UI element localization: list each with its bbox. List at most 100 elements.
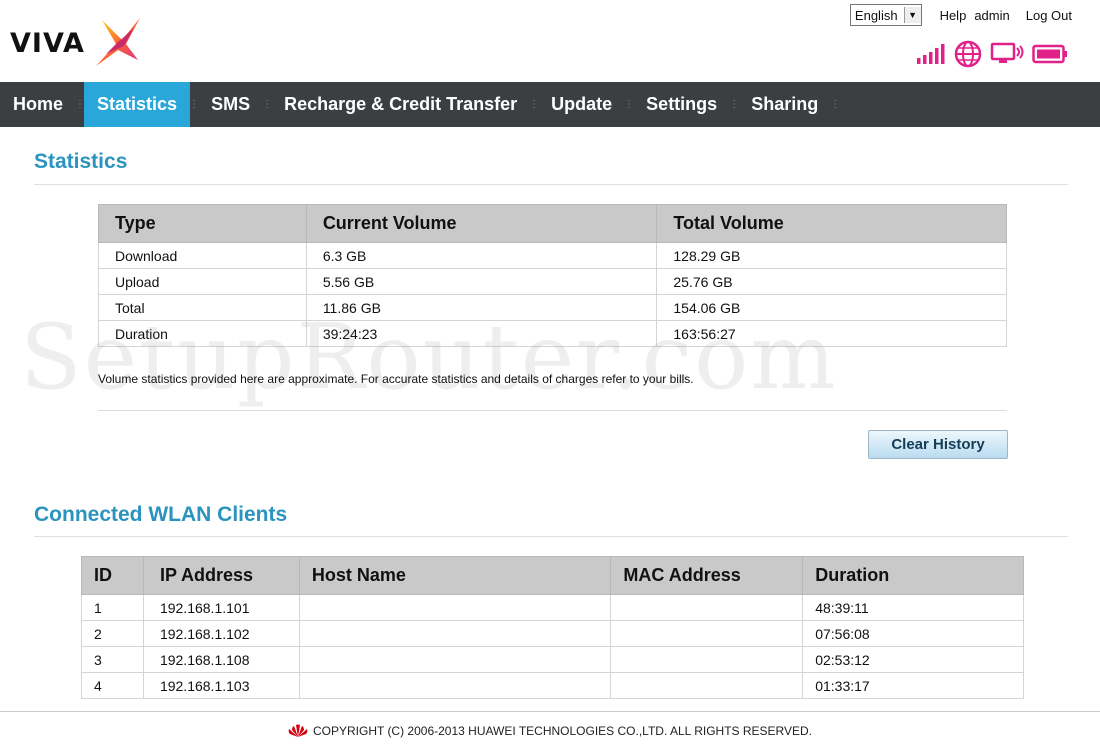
nav-label: Settings	[646, 94, 718, 114]
nav-settings[interactable]: Settings	[633, 82, 730, 127]
table-cell	[610, 620, 804, 647]
table-cell: 163:56:27	[656, 320, 1007, 347]
nav-separator: ⋮	[830, 99, 841, 110]
table-cell	[298, 620, 612, 647]
logout-link[interactable]: Log Out	[1026, 8, 1072, 23]
nav-separator: ⋮	[624, 99, 635, 110]
footer: COPYRIGHT (C) 2006-2013 HUAWEI TECHNOLOG…	[0, 724, 1100, 738]
table-cell: Duration	[98, 320, 307, 347]
table-row: 3 192.168.1.108 02:53:12	[81, 646, 1024, 673]
battery-icon[interactable]	[1032, 44, 1068, 64]
table-cell: 128.29 GB	[656, 242, 1007, 269]
huawei-logo-icon	[288, 724, 308, 737]
table-row: Duration 39:24:23 163:56:27	[98, 320, 1007, 347]
column-header: ID	[81, 556, 144, 595]
table-cell: 39:24:23	[305, 320, 658, 347]
table-cell: 48:39:11	[802, 594, 1024, 621]
footer-divider	[0, 711, 1100, 712]
table-cell: 192.168.1.108	[142, 646, 300, 673]
column-header: MAC Address	[610, 556, 804, 595]
user-name: admin	[974, 7, 1010, 23]
main-nav: Home ⋮ Statistics ⋮ SMS ⋮ Recharge & Cre…	[0, 82, 1100, 127]
nav-label: Sharing	[751, 94, 819, 114]
help-link[interactable]: Help	[940, 8, 967, 23]
table-row: 2 192.168.1.102 07:56:08	[81, 620, 1024, 647]
table-row: Upload 5.56 GB 25.76 GB	[98, 268, 1007, 295]
statistics-table: Type Current Volume Total Volume Downloa…	[98, 204, 1007, 347]
table-row: 1 192.168.1.101 48:39:11	[81, 594, 1024, 621]
table-cell: 192.168.1.103	[142, 672, 300, 699]
column-header: IP Address	[142, 556, 300, 595]
table-cell: 1	[81, 594, 144, 621]
viva-logo[interactable]: VIVA	[10, 14, 140, 70]
table-row: 4 192.168.1.103 01:33:17	[81, 672, 1024, 699]
nav-separator: ⋮	[189, 99, 200, 110]
clear-history-button[interactable]: Clear History	[868, 430, 1008, 459]
nav-separator: ⋮	[262, 99, 273, 110]
nav-label: Home	[13, 94, 64, 114]
nav-separator: ⋮	[729, 99, 740, 110]
table-cell	[610, 594, 804, 621]
wlan-clients-title: Connected WLAN Clients	[34, 503, 288, 526]
table-cell: 01:33:17	[802, 672, 1024, 699]
chevron-down-icon: ▼	[903, 7, 921, 23]
top-links: English ▼ Help admin Log Out	[849, 4, 1072, 26]
section-divider	[34, 184, 1068, 185]
nav-label: Recharge & Credit Transfer	[284, 94, 518, 114]
table-header-row: Type Current Volume Total Volume	[98, 204, 1007, 243]
wlan-clients-table: ID IP Address Host Name MAC Address Dura…	[81, 556, 1024, 699]
table-cell	[298, 594, 612, 621]
viva-star-logo-icon	[96, 18, 140, 66]
nav-update[interactable]: Update	[538, 82, 625, 127]
table-cell	[298, 672, 612, 699]
table-cell: 192.168.1.101	[142, 594, 300, 621]
wifi-monitor-icon[interactable]	[990, 42, 1024, 66]
nav-home[interactable]: Home	[0, 82, 76, 127]
column-header: Host Name	[298, 556, 612, 595]
table-cell	[610, 646, 804, 673]
table-cell: 4	[81, 672, 144, 699]
table-cell: 07:56:08	[802, 620, 1024, 647]
table-cell: Total	[98, 294, 307, 321]
table-row: Total 11.86 GB 154.06 GB	[98, 294, 1007, 321]
column-header: Type	[98, 204, 307, 243]
column-header: Current Volume	[305, 204, 658, 243]
table-cell: 3	[81, 646, 144, 673]
nav-sharing[interactable]: Sharing	[738, 82, 831, 127]
table-cell: 02:53:12	[802, 646, 1024, 673]
table-cell: Download	[98, 242, 307, 269]
table-cell	[610, 672, 804, 699]
table-cell: 192.168.1.102	[142, 620, 300, 647]
table-cell: 25.76 GB	[656, 268, 1007, 295]
table-cell: 11.86 GB	[305, 294, 658, 321]
nav-label: Update	[551, 94, 613, 114]
logo-text: VIVA	[10, 28, 85, 59]
nav-recharge[interactable]: Recharge & Credit Transfer	[271, 82, 530, 127]
nav-separator: ⋮	[75, 99, 86, 110]
table-cell: 5.56 GB	[305, 268, 658, 295]
table-row: Download 6.3 GB 128.29 GB	[98, 242, 1007, 269]
volume-note: Volume statistics provided here are appr…	[98, 372, 694, 386]
nav-sms[interactable]: SMS	[198, 82, 263, 127]
table-cell	[298, 646, 612, 673]
column-header: Total Volume	[656, 204, 1007, 243]
copyright-text: COPYRIGHT (C) 2006-2013 HUAWEI TECHNOLOG…	[312, 724, 813, 738]
nav-separator: ⋮	[529, 99, 540, 110]
table-cell: 6.3 GB	[305, 242, 658, 269]
signal-strength-icon[interactable]	[916, 43, 946, 65]
column-header: Duration	[802, 556, 1024, 595]
section-divider	[98, 410, 1007, 411]
header: VIVA English ▼ Help admin Log Out	[0, 0, 1100, 80]
table-cell: 2	[81, 620, 144, 647]
nav-statistics[interactable]: Statistics	[84, 82, 191, 127]
table-cell: Upload	[98, 268, 307, 295]
nav-label: Statistics	[97, 94, 178, 114]
status-icons	[908, 40, 1068, 68]
internet-globe-icon[interactable]	[954, 40, 982, 68]
table-header-row: ID IP Address Host Name MAC Address Dura…	[81, 556, 1024, 595]
section-divider	[34, 536, 1068, 537]
language-select[interactable]: English ▼	[849, 4, 922, 26]
statistics-title: Statistics	[34, 150, 128, 173]
language-value: English	[854, 7, 898, 23]
nav-label: SMS	[211, 94, 251, 114]
